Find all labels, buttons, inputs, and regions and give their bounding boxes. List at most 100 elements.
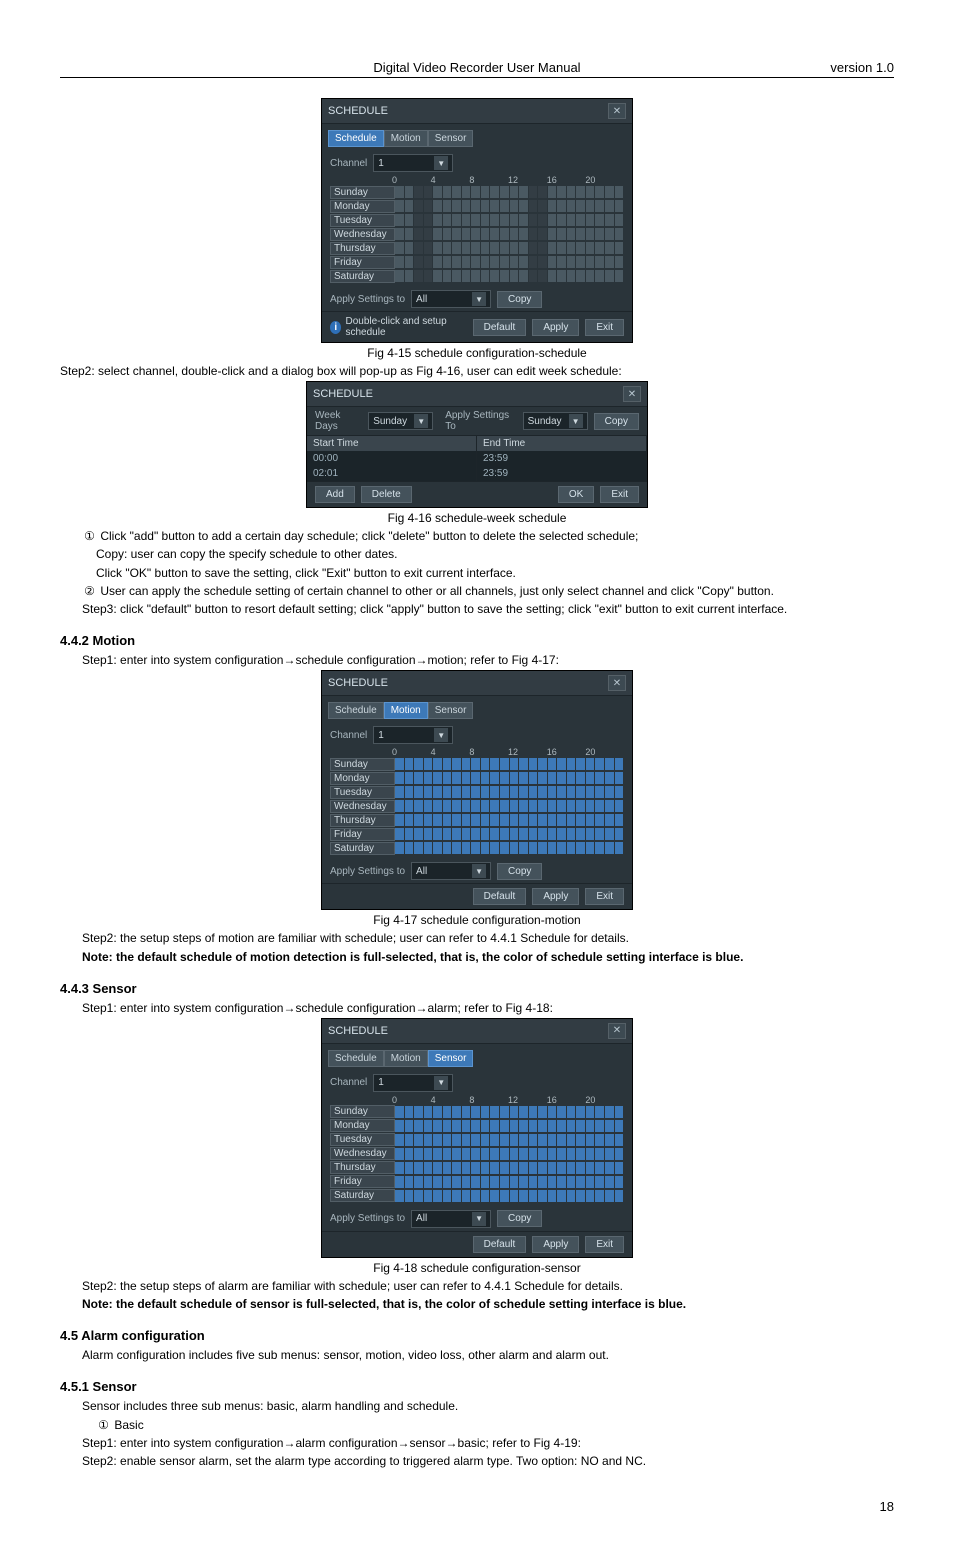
apply-to-select[interactable]: All ▼: [411, 1210, 491, 1228]
timeline-cell[interactable]: [414, 1162, 424, 1174]
timeline-cell[interactable]: [519, 842, 529, 854]
close-icon[interactable]: ✕: [608, 103, 626, 119]
timeline-cell[interactable]: [462, 800, 472, 812]
timeline-cell[interactable]: [557, 1148, 567, 1160]
timeline-cell[interactable]: [605, 786, 615, 798]
timeline-cell[interactable]: [433, 1190, 443, 1202]
timeline-cell[interactable]: [471, 242, 481, 254]
timeline-cell[interactable]: [510, 186, 520, 198]
timeline-cell[interactable]: [538, 1120, 548, 1132]
timeline-cell[interactable]: [443, 1106, 453, 1118]
timeline-cell[interactable]: [576, 786, 586, 798]
timeline-cell[interactable]: [424, 1106, 434, 1118]
channel-select[interactable]: 1 ▼: [373, 154, 453, 172]
timeline-cell[interactable]: [548, 1134, 558, 1146]
timeline-cell[interactable]: [615, 800, 625, 812]
timeline-cell[interactable]: [557, 270, 567, 282]
timeline-cell[interactable]: [395, 1162, 405, 1174]
timeline-cell[interactable]: [395, 242, 405, 254]
timeline-cell[interactable]: [452, 786, 462, 798]
timeline-cell[interactable]: [424, 800, 434, 812]
timeline-cell[interactable]: [395, 270, 405, 282]
timeline-cell[interactable]: [595, 814, 605, 826]
timeline-cell[interactable]: [615, 786, 625, 798]
timeline-cell[interactable]: [586, 186, 596, 198]
timeline-cell[interactable]: [519, 786, 529, 798]
timeline-cell[interactable]: [395, 1190, 405, 1202]
timeline-cell[interactable]: [481, 828, 491, 840]
timeline-cell[interactable]: [615, 1106, 625, 1118]
timeline-cell[interactable]: [557, 1106, 567, 1118]
timeline-cell[interactable]: [576, 814, 586, 826]
timeline-cell[interactable]: [595, 1190, 605, 1202]
timeline-cell[interactable]: [529, 1134, 539, 1146]
timeline-cell[interactable]: [586, 800, 596, 812]
timeline-cell[interactable]: [605, 758, 615, 770]
timeline-cell[interactable]: [443, 800, 453, 812]
timeline-cell[interactable]: [595, 1162, 605, 1174]
timeline-cell[interactable]: [519, 242, 529, 254]
timeline-cell[interactable]: [557, 1176, 567, 1188]
timeline-cell[interactable]: [490, 1162, 500, 1174]
timeline-cell[interactable]: [519, 814, 529, 826]
timeline-cell[interactable]: [433, 828, 443, 840]
tab-motion[interactable]: Motion: [384, 130, 428, 147]
timeline-cell[interactable]: [490, 1176, 500, 1188]
apply-to-select[interactable]: Sunday ▼: [523, 412, 588, 430]
timeline-cell[interactable]: [510, 842, 520, 854]
timeline-cell[interactable]: [414, 1148, 424, 1160]
timeline-cell[interactable]: [557, 786, 567, 798]
timeline-cell[interactable]: [586, 256, 596, 268]
timeline-cell[interactable]: [471, 270, 481, 282]
timeline-cell[interactable]: [462, 1134, 472, 1146]
timeline-cell[interactable]: [452, 256, 462, 268]
timeline-cell[interactable]: [443, 828, 453, 840]
timeline-cell[interactable]: [414, 842, 424, 854]
timeline-cell[interactable]: [576, 1134, 586, 1146]
timeline-cell[interactable]: [395, 814, 405, 826]
timeline-cell[interactable]: [519, 214, 529, 226]
timeline-cell[interactable]: [481, 1106, 491, 1118]
day-row[interactable]: Sunday: [330, 757, 624, 771]
timeline-cell[interactable]: [500, 1162, 510, 1174]
timeline-cell[interactable]: [414, 270, 424, 282]
timeline-cell[interactable]: [586, 1176, 596, 1188]
timeline-cell[interactable]: [452, 1120, 462, 1132]
timeline-cell[interactable]: [500, 786, 510, 798]
timeline-cell[interactable]: [481, 270, 491, 282]
timeline-cell[interactable]: [414, 214, 424, 226]
timeline-cell[interactable]: [510, 1106, 520, 1118]
timeline-cell[interactable]: [615, 758, 625, 770]
timeline-cell[interactable]: [615, 270, 625, 282]
timeline-cell[interactable]: [548, 242, 558, 254]
timeline-cell[interactable]: [510, 828, 520, 840]
day-row[interactable]: Saturday: [330, 1189, 624, 1203]
timeline-cell[interactable]: [548, 1162, 558, 1174]
timeline-cell[interactable]: [615, 1162, 625, 1174]
timeline-cell[interactable]: [443, 270, 453, 282]
timeline-cell[interactable]: [452, 228, 462, 240]
timeline-cell[interactable]: [395, 1120, 405, 1132]
timeline-cell[interactable]: [471, 1162, 481, 1174]
timeline-cell[interactable]: [529, 270, 539, 282]
timeline-cell[interactable]: [538, 1106, 548, 1118]
timeline-cell[interactable]: [471, 772, 481, 784]
timeline-cell[interactable]: [462, 200, 472, 212]
day-row[interactable]: Sunday: [330, 185, 624, 199]
timeline-cell[interactable]: [538, 814, 548, 826]
timeline-cell[interactable]: [433, 1106, 443, 1118]
timeline-cell[interactable]: [481, 1176, 491, 1188]
timeline-cell[interactable]: [615, 228, 625, 240]
timeline-cell[interactable]: [481, 242, 491, 254]
timeline-cell[interactable]: [567, 1148, 577, 1160]
timeline-cell[interactable]: [605, 214, 615, 226]
timeline-cell[interactable]: [490, 1134, 500, 1146]
timeline-cell[interactable]: [538, 842, 548, 854]
timeline-cell[interactable]: [529, 1120, 539, 1132]
timeline-cell[interactable]: [500, 270, 510, 282]
timeline-cell[interactable]: [500, 1148, 510, 1160]
timeline-cell[interactable]: [595, 828, 605, 840]
timeline-cell[interactable]: [433, 200, 443, 212]
timeline-cell[interactable]: [605, 256, 615, 268]
timeline-cell[interactable]: [414, 1190, 424, 1202]
